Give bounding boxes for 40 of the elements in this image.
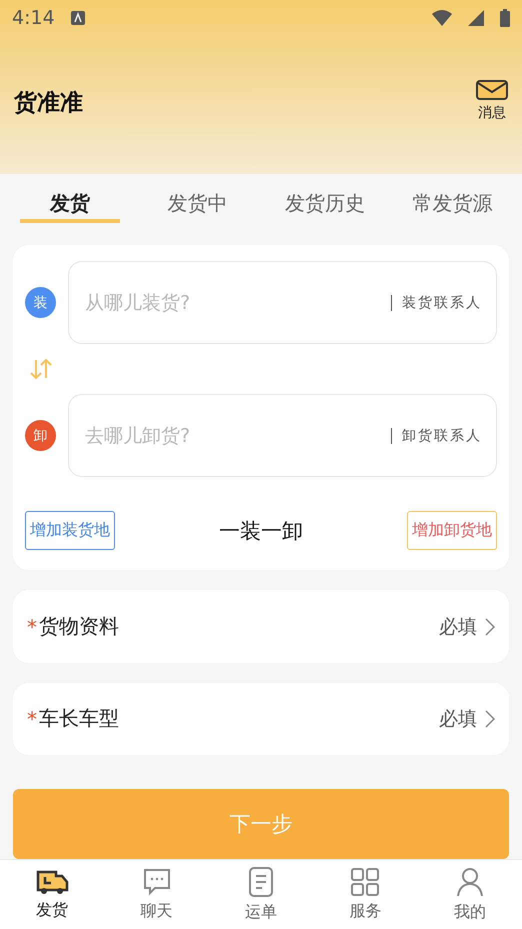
chevron-right-icon [485, 618, 495, 636]
address-field[interactable]: 去哪儿卸货? 卸货联系人 [68, 394, 497, 478]
tab[interactable]: 发货历史 [284, 190, 365, 217]
field-label: 车长车型 [39, 705, 120, 732]
field-value: 必填 [439, 614, 477, 640]
add-load-button[interactable]: 增加装货地 [25, 511, 115, 550]
tab[interactable]: 发货中 [167, 190, 228, 217]
chevron-right-icon [485, 710, 495, 728]
status-time: 4:14 [12, 7, 55, 29]
field-label: 货物资料 [39, 613, 120, 640]
required-mark: * [27, 614, 37, 639]
battery-icon [500, 9, 510, 27]
nav-label[interactable]: 发货 [36, 900, 68, 921]
wifi-icon [432, 10, 452, 26]
message-label[interactable]: 消息 [478, 104, 506, 122]
stop-badge: 装 [25, 287, 56, 318]
required-mark: * [27, 706, 37, 731]
add-unload-button[interactable]: 增加卸货地 [407, 511, 497, 550]
form-row[interactable]: *货物资料 必填 [13, 590, 509, 663]
chat-icon [142, 866, 172, 897]
person-icon [454, 866, 485, 898]
route-summary: 一装一卸 [219, 518, 303, 545]
nav-label[interactable]: 我的 [454, 902, 486, 923]
address-field[interactable]: 从哪儿装货? 装货联系人 [68, 261, 497, 344]
nav-label[interactable]: 聊天 [140, 900, 173, 922]
notification-icon [70, 11, 85, 25]
tab[interactable]: 常发货源 [412, 190, 492, 217]
document-icon [248, 866, 274, 898]
contact-link[interactable]: 装货联系人 [402, 294, 482, 312]
tab[interactable]: 发货 [50, 190, 90, 217]
grid-icon [350, 866, 380, 897]
nav-label[interactable]: 服务 [349, 900, 382, 922]
field-value: 必填 [439, 706, 477, 732]
app-title: 货准准 [14, 89, 83, 118]
signal-icon [468, 10, 484, 26]
stop-badge: 卸 [25, 420, 56, 452]
nav-label[interactable]: 运单 [245, 902, 278, 923]
contact-link[interactable]: 卸货联系人 [402, 426, 482, 445]
form-row[interactable]: *车长车型 必填 [13, 682, 509, 756]
envelope-icon[interactable] [476, 80, 508, 100]
